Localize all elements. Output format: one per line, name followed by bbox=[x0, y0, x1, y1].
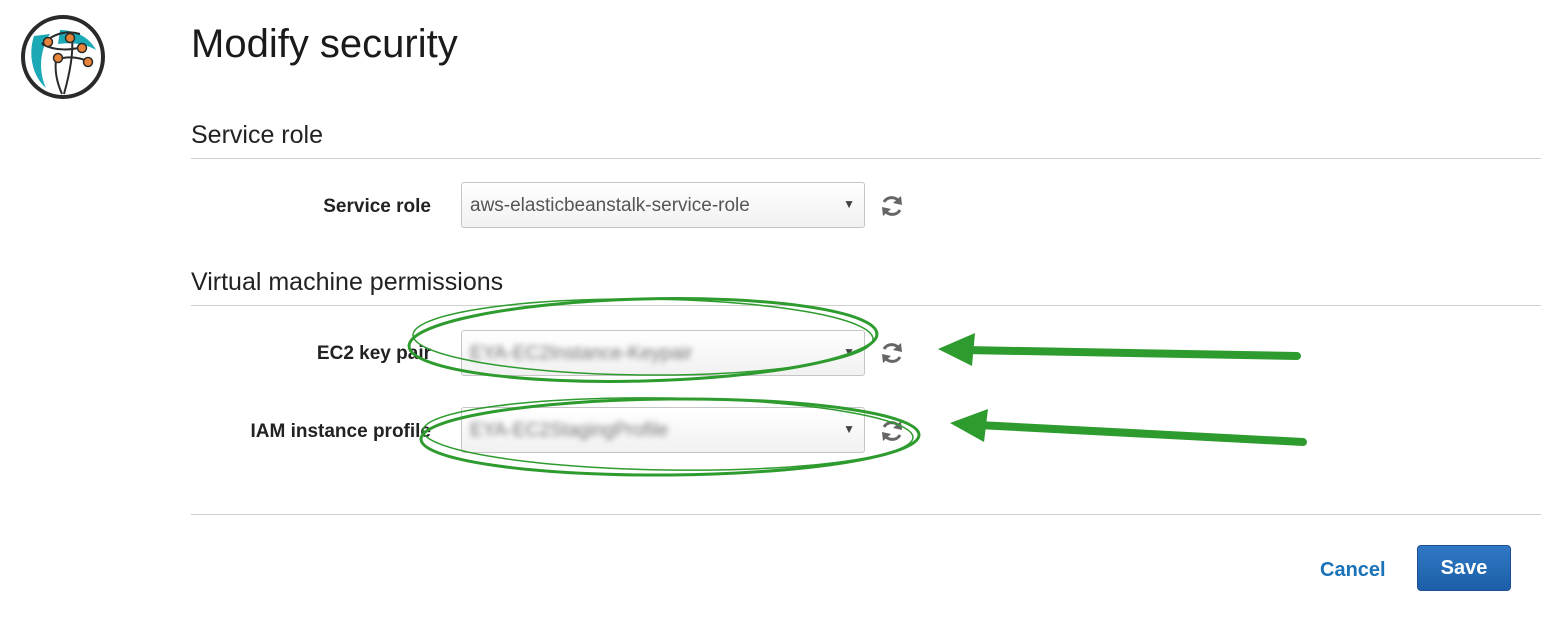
service-role-label: Service role bbox=[323, 196, 431, 217]
section-divider bbox=[191, 158, 1541, 159]
arrow-head bbox=[950, 409, 988, 442]
save-button[interactable]: Save bbox=[1417, 545, 1511, 591]
footer-divider bbox=[191, 514, 1541, 515]
caret-down-icon: ▼ bbox=[843, 345, 855, 359]
ec2-key-pair-label: EC2 key pair bbox=[316, 343, 431, 364]
service-role-selected-value: aws-elasticbeanstalk-service-role bbox=[470, 195, 750, 216]
caret-down-icon: ▼ bbox=[843, 422, 855, 436]
service-role-select[interactable]: aws-elasticbeanstalk-service-role ▼ bbox=[461, 182, 865, 228]
section-heading-service-role: Service role bbox=[191, 121, 323, 149]
refresh-icon[interactable] bbox=[879, 418, 905, 444]
cancel-button[interactable]: Cancel bbox=[1320, 559, 1386, 582]
arrow-head bbox=[938, 333, 975, 366]
elastic-beanstalk-logo-icon bbox=[21, 15, 105, 99]
arrow-left-annotation bbox=[961, 346, 1301, 360]
caret-down-icon: ▼ bbox=[843, 197, 855, 211]
ec2-key-pair-selected-value: EYA-EC2Instance-Keypair bbox=[470, 343, 693, 364]
refresh-icon[interactable] bbox=[879, 340, 905, 366]
annotation-overlay bbox=[407, 297, 1307, 477]
arrow-left-annotation bbox=[974, 421, 1307, 446]
refresh-icon[interactable] bbox=[879, 193, 905, 219]
iam-instance-profile-label: IAM instance profile bbox=[250, 421, 431, 442]
ec2-key-pair-select[interactable]: EYA-EC2Instance-Keypair ▼ bbox=[461, 330, 865, 376]
page-title: Modify security bbox=[191, 22, 458, 66]
iam-instance-profile-selected-value: EYA-EC2StagingProfile bbox=[470, 420, 669, 441]
section-divider bbox=[191, 305, 1541, 306]
iam-instance-profile-select[interactable]: EYA-EC2StagingProfile ▼ bbox=[461, 407, 865, 453]
section-heading-vm-permissions: Virtual machine permissions bbox=[191, 268, 504, 296]
